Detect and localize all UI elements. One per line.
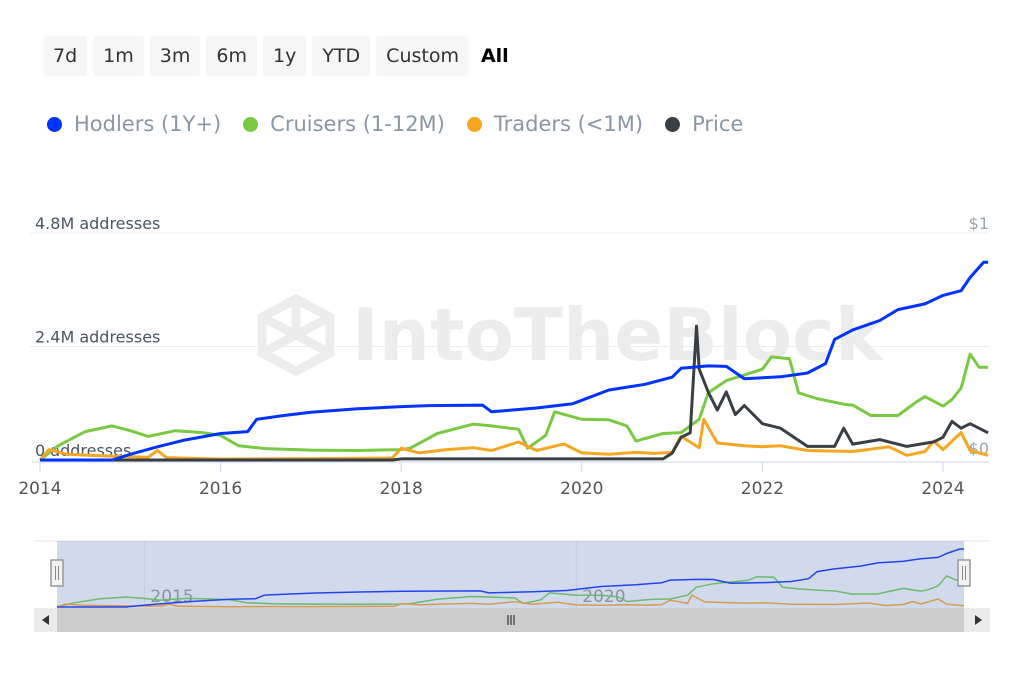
- x-tick-label: 2018: [380, 479, 423, 499]
- y-tick-label: 0 addresses: [35, 441, 131, 460]
- y-tick-label: 4.8M addresses: [35, 214, 160, 233]
- legend-item-traders[interactable]: Traders (<1M): [466, 112, 644, 136]
- scrollbar-thumb[interactable]: [57, 608, 964, 632]
- y-tick-label: 2.4M addresses: [35, 328, 160, 347]
- scroll-left-button[interactable]: [34, 608, 57, 632]
- hodlers-dot-icon: [47, 116, 62, 132]
- legend-item-hodlers[interactable]: Hodlers (1Y+): [47, 112, 221, 136]
- arrow-left-icon: [42, 615, 49, 625]
- range-button-3m[interactable]: 3m: [149, 36, 201, 76]
- range-button-all[interactable]: All: [475, 36, 515, 76]
- legend-label: Hodlers (1Y+): [74, 112, 222, 136]
- range-button-ytd[interactable]: YTD: [312, 36, 371, 76]
- navigator-x-label: 2020: [582, 587, 625, 607]
- scrollbar-track[interactable]: [34, 608, 990, 632]
- navigator-line-hodlers: [57, 548, 964, 608]
- handle-box[interactable]: [957, 559, 971, 587]
- range-button-1y[interactable]: 1y: [262, 36, 307, 76]
- range-selector: 7d 1m 3m 6m 1y YTD Custom All: [43, 36, 515, 76]
- navigator-line-cruisers: [56, 574, 964, 608]
- main-chart: IntoTheBlock 0 addresses 2.4M addresses 4.…: [18, 214, 990, 632]
- range-button-7d[interactable]: 7d: [43, 36, 88, 76]
- x-tick-label: 2022: [741, 479, 784, 499]
- x-tick-label: 2024: [921, 479, 964, 499]
- series-line-traders: [38, 417, 989, 461]
- navigator-handle-right[interactable]: [957, 559, 971, 587]
- legend-item-price[interactable]: Price: [665, 112, 743, 136]
- range-button-1m[interactable]: 1m: [93, 36, 144, 76]
- y2-tick-label: $1: [969, 214, 989, 233]
- legend-label: Cruisers (1-12M): [270, 112, 445, 136]
- navigator-line-traders: [56, 594, 965, 608]
- scroll-right-button[interactable]: [964, 608, 990, 632]
- cruisers-dot-icon: [243, 116, 259, 132]
- range-button-6m[interactable]: 6m: [206, 36, 257, 76]
- x-tick-label: 2014: [18, 479, 61, 499]
- range-button-custom[interactable]: Custom: [376, 36, 469, 76]
- navigator-x-label: 2015: [150, 587, 193, 607]
- legend-item-cruisers[interactable]: Cruisers (1-12M): [243, 112, 445, 136]
- legend-label: Price: [692, 112, 744, 136]
- navigator-handle-left[interactable]: [50, 559, 64, 587]
- x-tick-label: 2020: [560, 479, 603, 499]
- legend-label: Traders (<1M): [493, 112, 644, 136]
- price-dot-icon: [665, 116, 681, 132]
- chart-legend: Hodlers (1Y+) Cruisers (1-12M) Traders (…: [47, 112, 743, 136]
- handle-box[interactable]: [50, 559, 64, 587]
- series-line-hodlers: [40, 260, 989, 462]
- y2-tick-label: $0: [969, 439, 989, 458]
- arrow-right-icon: [975, 615, 982, 625]
- watermark: IntoTheBlock: [257, 293, 885, 377]
- navigator-mask[interactable]: [57, 541, 964, 608]
- series-line-price: [40, 324, 989, 462]
- series-line-cruisers: [39, 352, 989, 462]
- traders-dot-icon: [466, 116, 482, 132]
- watermark-text: IntoTheBlock: [352, 293, 885, 377]
- intotheblock-logo-icon: [257, 293, 335, 377]
- x-tick-label: 2016: [199, 479, 242, 499]
